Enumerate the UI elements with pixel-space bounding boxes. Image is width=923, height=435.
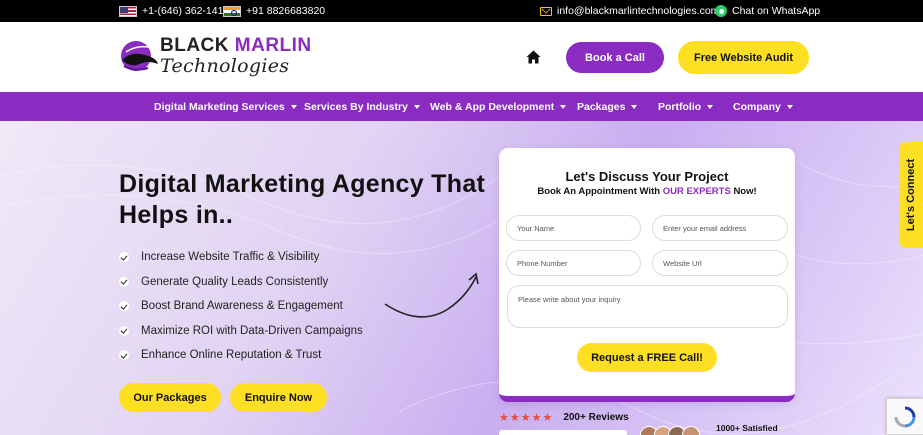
whatsapp-text: Chat on WhatsApp [732, 5, 821, 17]
website-url-field[interactable] [652, 250, 788, 276]
nav-label: Packages [577, 100, 626, 113]
logo-text: BLACK MARLIN Technologies [160, 36, 312, 76]
recaptcha-icon [894, 406, 916, 427]
bullet-text: Increase Website Traffic & Visibility [141, 251, 320, 264]
check-icon [119, 276, 129, 287]
main-nav: Digital Marketing Services Services By I… [0, 92, 923, 121]
phone-in[interactable]: +91 8826683820 [223, 0, 325, 22]
bullet-text: Generate Quality Leads Consistently [141, 275, 329, 288]
whatsapp-icon [715, 5, 727, 17]
our-packages-button[interactable]: Our Packages [119, 383, 221, 412]
bullet-text: Enhance Online Reputation & Trust [141, 349, 322, 362]
star-rating-icon: ★★★★★ [499, 411, 554, 424]
nav-company[interactable]: Company [733, 92, 793, 121]
list-item: Enhance Online Reputation & Trust [119, 343, 363, 368]
check-icon [119, 325, 129, 336]
form-title: Let's Discuss Your Project [565, 169, 729, 184]
hero-section: Digital Marketing Agency That Helps in..… [0, 121, 923, 435]
india-flag-icon [223, 5, 241, 17]
whatsapp-link[interactable]: Chat on WhatsApp [715, 0, 820, 22]
nav-label: Services By Industry [304, 100, 408, 113]
list-item: Boost Brand Awareness & Engagement [119, 294, 363, 319]
curved-arrow-icon [384, 276, 477, 318]
subtitle-pre: Book An Appointment With [537, 186, 661, 197]
logo-tagline: Technologies [160, 55, 290, 77]
benefit-list: Increase Website Traffic & Visibility Ge… [119, 245, 363, 368]
bullet-text: Boost Brand Awareness & Engagement [141, 300, 343, 313]
side-tab-label: Let's Connect [905, 158, 918, 232]
subtitle-highlight: OUR EXPERTS [662, 186, 731, 197]
nav-portfolio[interactable]: Portfolio [658, 92, 714, 121]
caret-down-icon [560, 104, 567, 109]
check-icon [119, 350, 129, 361]
free-audit-button[interactable]: Free Website Audit [678, 41, 809, 74]
nav-web-app-development[interactable]: Web & App Development [430, 92, 567, 121]
logo-marlin: MARLIN [234, 35, 312, 56]
logo[interactable]: BLACK MARLIN Technologies [118, 36, 312, 76]
email-link[interactable]: info@blackmarlintechnologies.com [540, 0, 719, 22]
client-avatars [640, 426, 706, 435]
phone-us[interactable]: +1-(646) 362-1414 [119, 0, 229, 22]
inquiry-textarea[interactable] [507, 285, 788, 328]
nav-label: Portfolio [658, 100, 702, 113]
nav-digital-marketing[interactable]: Digital Marketing Services [154, 92, 297, 121]
site-header: BLACK MARLIN Technologies Book a Call Fr… [0, 22, 923, 92]
list-item: Generate Quality Leads Consistently [119, 270, 363, 295]
list-item: Increase Website Traffic & Visibility [119, 245, 363, 270]
mail-icon [540, 6, 552, 16]
lets-connect-tab[interactable]: Let's Connect [900, 142, 923, 248]
subtitle-post: Now! [733, 186, 757, 197]
logo-black: BLACK [160, 35, 229, 56]
caret-down-icon [786, 104, 793, 109]
caret-down-icon [413, 104, 420, 109]
us-flag-icon [119, 5, 137, 17]
contact-form-card: Let's Discuss Your Project Book An Appoi… [499, 148, 795, 402]
email-text: info@blackmarlintechnologies.com [557, 5, 720, 17]
caret-down-icon [631, 104, 638, 109]
enquire-now-button[interactable]: Enquire Now [230, 383, 327, 412]
avatar [682, 426, 700, 435]
phone-field[interactable] [506, 250, 641, 276]
hero-headline: Digital Marketing Agency That Helps in.. [119, 169, 499, 231]
caret-down-icon [290, 104, 297, 109]
check-icon [119, 301, 129, 312]
list-item: Maximize ROI with Data-Driven Campaigns [119, 319, 363, 344]
phone-us-text: +1-(646) 362-1414 [142, 5, 230, 17]
nav-services-by-industry[interactable]: Services By Industry [304, 92, 420, 121]
nav-label: Company [733, 100, 781, 113]
recaptcha-badge[interactable] [886, 398, 923, 435]
top-bar: +1-(646) 362-1414 +91 8826683820 info@bl… [0, 0, 923, 22]
reviews-count: 200+ Reviews [563, 412, 629, 423]
nav-label: Web & App Development [430, 100, 555, 113]
satisfied-clients: 1000+ Satisfied [716, 423, 778, 433]
reviews-summary: ★★★★★ 200+ Reviews [499, 411, 629, 424]
marlin-logo-icon [121, 41, 158, 71]
form-subtitle: Book An Appointment With OUR EXPERTS Now… [499, 186, 795, 197]
email-field[interactable] [652, 215, 788, 241]
headline-line-2: Helps in.. [119, 201, 234, 229]
caret-down-icon [707, 104, 714, 109]
book-call-button[interactable]: Book a Call [566, 42, 664, 73]
bullet-text: Maximize ROI with Data-Driven Campaigns [141, 324, 363, 337]
home-icon[interactable] [526, 50, 541, 64]
nav-label: Digital Marketing Services [154, 100, 285, 113]
phone-in-text: +91 8826683820 [246, 5, 326, 17]
nav-packages[interactable]: Packages [577, 92, 638, 121]
headline-line-1: Digital Marketing Agency That [119, 170, 486, 198]
check-icon [119, 252, 129, 263]
review-badge [499, 430, 627, 435]
name-field[interactable] [506, 215, 641, 241]
logo-brand: BLACK MARLIN [160, 36, 312, 55]
request-free-call-button[interactable]: Request a FREE Call! [577, 343, 717, 372]
